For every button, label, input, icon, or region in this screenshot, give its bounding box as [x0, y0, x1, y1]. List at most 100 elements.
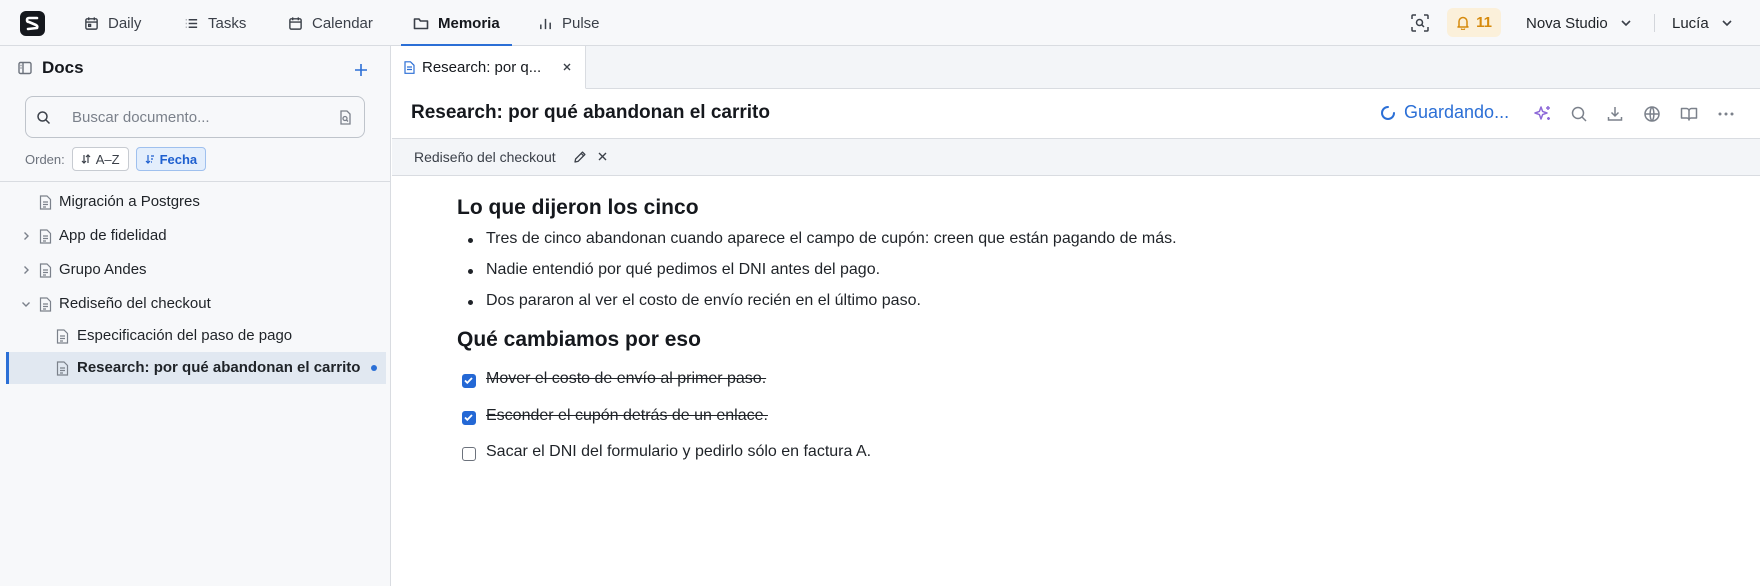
doc-tree-label: Especificación del paso de pago — [77, 327, 293, 344]
plus-icon — [355, 64, 367, 76]
doc-title: Research: por qué abandonan el carrito — [411, 102, 770, 123]
sort-az-button[interactable]: A–Z — [71, 147, 129, 171]
chevron-right-icon[interactable] — [20, 264, 32, 276]
doc-content[interactable]: Lo que dijeron los cinco Tres de cinco a… — [392, 176, 1760, 586]
nav-tab-daily[interactable]: Daily — [84, 0, 141, 46]
nav-tab-label: Pulse — [562, 14, 600, 32]
nav-tab-label: Daily — [108, 14, 142, 32]
document-icon — [56, 361, 69, 376]
section-heading: Qué cambiamos por eso — [457, 328, 701, 351]
doc-tree-label: Rediseño del checkout — [59, 295, 211, 312]
user-name: Lucía — [1672, 14, 1709, 32]
main-area: Research: por q... Research: por qué aba… — [392, 46, 1760, 586]
top-nav-bar: Daily Tasks Calendar Memoria Pulse 11 No… — [0, 0, 1760, 47]
chevron-right-icon[interactable] — [20, 230, 32, 242]
chevron-down-icon — [1621, 20, 1631, 27]
task-checkbox[interactable] — [462, 447, 476, 461]
doc-tree-item[interactable]: Rediseño del checkout — [6, 288, 386, 320]
more-options-button[interactable] — [1716, 104, 1736, 124]
nav-tab-tasks[interactable]: Tasks — [184, 0, 246, 46]
task-text: Sacar el DNI del formulario y pedirlo só… — [486, 443, 872, 460]
task-checkbox[interactable] — [462, 374, 476, 388]
sort-icon — [81, 154, 91, 164]
search-icon — [37, 111, 51, 125]
notification-count: 11 — [1476, 14, 1492, 31]
book-open-icon — [1680, 107, 1698, 121]
chevron-down-icon — [1722, 20, 1732, 27]
bullet-item: Tres de cinco abandonan cuando aparece e… — [468, 230, 1177, 247]
user-menu[interactable]: Lucía — [1672, 0, 1733, 46]
bullet-item: Nadie entendió por qué pedimos el DNI an… — [467, 261, 881, 278]
bell-icon — [1457, 16, 1469, 30]
close-icon[interactable] — [562, 62, 572, 72]
nav-tab-label: Memoria — [438, 14, 500, 32]
more-horizontal-icon — [1718, 112, 1734, 116]
doc-tree-label: Research: por qué abandonan el carrito — [77, 359, 361, 376]
doc-tab-label: Research: por q... — [422, 59, 542, 76]
folder-icon — [413, 17, 429, 29]
sidebar-title: Docs — [42, 58, 84, 77]
search-input[interactable] — [72, 106, 322, 128]
divider — [0, 181, 391, 182]
document-icon — [404, 61, 415, 74]
sort-date-button[interactable]: Fecha — [135, 147, 207, 171]
saving-status: Guardando... — [1380, 102, 1509, 123]
breadcrumb: Rediseño del checkout — [392, 139, 1760, 176]
doc-tree-item[interactable]: Grupo Andes — [6, 254, 386, 286]
document-icon — [56, 329, 69, 344]
chevron-down-icon[interactable] — [20, 298, 32, 310]
document-icon — [39, 263, 52, 278]
divider — [1654, 14, 1655, 32]
search-box[interactable] — [25, 96, 365, 138]
close-icon[interactable] — [597, 151, 608, 162]
check-icon — [464, 377, 473, 385]
download-button[interactable] — [1605, 104, 1625, 124]
download-icon — [1607, 107, 1623, 121]
sort-options: Orden: A–Z Fecha — [25, 147, 207, 171]
check-icon — [464, 414, 473, 422]
reader-mode-button[interactable] — [1679, 104, 1699, 124]
task-checkbox[interactable] — [462, 411, 476, 425]
sidebar-toggle-icon[interactable] — [18, 61, 32, 75]
doc-tree-item-selected[interactable]: Research: por qué abandonan el carrito — [6, 352, 386, 384]
doc-tree-item[interactable]: App de fidelidad — [6, 220, 386, 252]
doc-header: Research: por qué abandonan el carrito G… — [392, 89, 1760, 139]
docs-sidebar: Docs Orden: A–Z Fecha Migración a Postgr… — [0, 46, 391, 586]
app-logo[interactable] — [20, 11, 45, 36]
sort-date-icon — [145, 155, 154, 164]
document-search-icon[interactable] — [339, 110, 352, 125]
doc-tree-label: App de fidelidad — [59, 227, 167, 244]
nav-tab-label: Tasks — [208, 14, 247, 32]
bar-chart-icon — [540, 18, 551, 29]
doc-tab-bar: Research: por q... — [392, 46, 1760, 89]
pencil-icon[interactable] — [573, 150, 587, 164]
unsaved-dot — [371, 365, 377, 371]
calendar-icon — [289, 16, 302, 30]
ai-assist-button[interactable] — [1533, 104, 1553, 124]
document-icon — [39, 229, 52, 244]
doc-tree-item[interactable]: Especificación del paso de pago — [6, 320, 386, 352]
search-icon — [1571, 106, 1587, 122]
search-doc-button[interactable] — [1569, 104, 1589, 124]
nav-tab-calendar[interactable]: Calendar — [288, 0, 373, 46]
nav-tab-memoria[interactable]: Memoria — [401, 0, 512, 47]
breadcrumb-parent[interactable]: Rediseño del checkout — [414, 149, 556, 165]
doc-tab[interactable]: Research: por q... — [392, 46, 586, 89]
workspace-switcher[interactable]: Nova Studio — [1526, 0, 1632, 46]
document-icon — [39, 297, 52, 312]
bullet-item: Dos pararon al ver el costo de envío rec… — [468, 292, 921, 309]
calendar-day-icon — [85, 16, 98, 30]
logo-icon — [25, 16, 39, 31]
saving-text: Guardando... — [1404, 102, 1510, 122]
publish-button[interactable] — [1642, 104, 1662, 124]
spinner-icon — [1381, 105, 1395, 120]
document-icon — [39, 195, 52, 210]
doc-tree-item[interactable]: Migración a Postgres — [6, 186, 386, 218]
scan-button[interactable] — [1409, 12, 1431, 34]
nav-tab-pulse[interactable]: Pulse — [538, 0, 600, 46]
nav-tab-label: Calendar — [312, 14, 373, 32]
list-icon — [185, 18, 198, 28]
task-text: Mover el costo de envío al primer paso. — [486, 370, 767, 387]
add-doc-button[interactable] — [352, 61, 370, 79]
notifications-button[interactable]: 11 — [1447, 8, 1501, 37]
